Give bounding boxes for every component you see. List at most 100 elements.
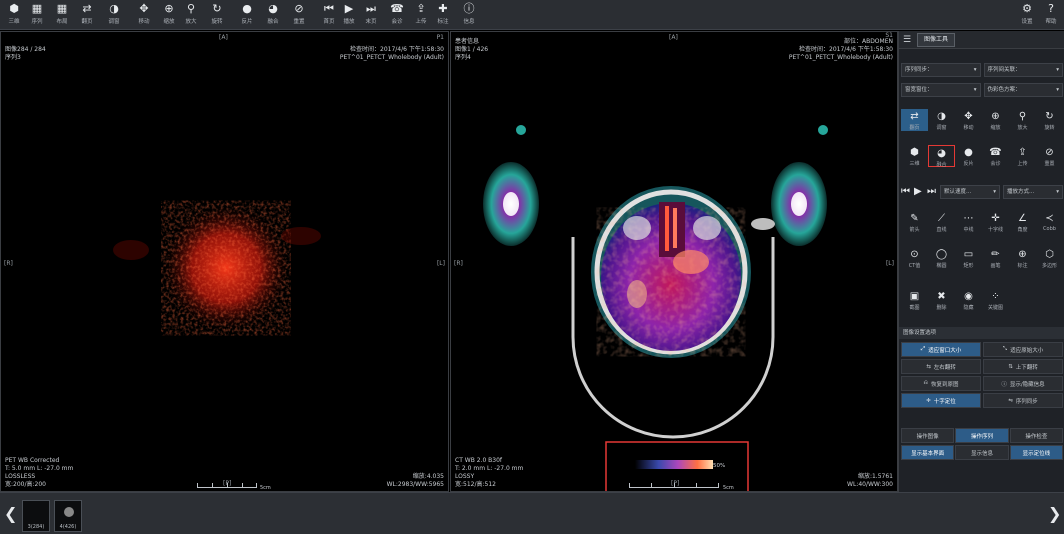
series-thumb-4[interactable]: 4(426) bbox=[54, 500, 82, 532]
tool-pencil-button[interactable]: ✏ 画笔 bbox=[982, 247, 1009, 269]
target-icon: ⊙ bbox=[910, 249, 919, 260]
toolbar-plus-button[interactable]: ✚ 标注 bbox=[432, 2, 454, 28]
tool-polygon-button[interactable]: ⬡ 多边形 bbox=[1036, 247, 1063, 269]
toolbar-help-button[interactable]: ? 帮助 bbox=[1040, 2, 1062, 28]
option-button[interactable]: ✛ 十字定位 bbox=[901, 393, 981, 408]
tool-angle-button[interactable]: ∠ 角度 bbox=[1009, 211, 1036, 233]
toolbar-upload-button[interactable]: ⇪ 上传 bbox=[410, 2, 432, 28]
series-strip: ❮ 3(284) 4(426) ❯ bbox=[0, 492, 1064, 534]
tool-move-button[interactable]: ✥ 移动 bbox=[955, 109, 982, 131]
tool-magnify-button[interactable]: ⚲ 放大 bbox=[1009, 109, 1036, 131]
display-toggle-button[interactable]: 显示基本界面 bbox=[901, 445, 955, 460]
option-button[interactable]: ⇋ 序列同步 bbox=[983, 393, 1063, 408]
tab-operation[interactable]: 操作序列 bbox=[955, 428, 1009, 443]
viewport-pet[interactable]: 图像284 / 284 序列3 检查时间：2017/4/6 下午1:58:30 PE… bbox=[0, 31, 449, 492]
option-button[interactable]: ⤡ 适应原始大小 bbox=[983, 342, 1063, 357]
right-orient-top: [A] bbox=[669, 34, 678, 41]
option-button[interactable]: ⇅ 上下翻转 bbox=[983, 359, 1063, 374]
play-speed-select[interactable]: 默认速度... ▾ bbox=[940, 185, 1000, 199]
toolbar-label: 信息 bbox=[463, 19, 475, 25]
tool-rect-button[interactable]: ▭ 矩形 bbox=[955, 247, 982, 269]
option-button[interactable]: ⓘ 显示/隐藏信息 bbox=[983, 376, 1063, 391]
toolbar-move-button[interactable]: ✥ 移动 bbox=[133, 2, 155, 28]
tool-pin-button[interactable]: ✎ 箭头 bbox=[901, 211, 928, 233]
tool-swap-button[interactable]: ⇄ 翻页 bbox=[901, 109, 928, 131]
tool-label: 三维 bbox=[909, 161, 920, 167]
next-series-arrow[interactable]: ❯ bbox=[1048, 506, 1061, 522]
tab-operation[interactable]: 操作检查 bbox=[1009, 428, 1063, 443]
tool-invert-button[interactable]: ● 反片 bbox=[955, 145, 982, 167]
tool-row: ⊘ 重置 bbox=[1036, 145, 1063, 167]
tool-cobb-button[interactable]: ≺ Cobb bbox=[1036, 211, 1063, 233]
tab-image-tools[interactable]: 图像工具 bbox=[917, 32, 956, 47]
option-button[interactable]: ⤢ 适应窗口大小 bbox=[901, 342, 981, 357]
tool-line-button[interactable]: ⟋ 直线 bbox=[928, 211, 955, 233]
tool-rotate-button[interactable]: ↻ 旋转 bbox=[1036, 109, 1063, 131]
window-preset-select[interactable]: 窗宽窗位： ▾ bbox=[901, 83, 981, 97]
tool-cube-button[interactable]: ⬢ 三维 bbox=[901, 145, 928, 167]
tool-telephone-button[interactable]: ☎ 会诊 bbox=[982, 145, 1009, 167]
tool-upload-button[interactable]: ⇪ 上传 bbox=[1009, 145, 1036, 167]
toolbar-fusion-button[interactable]: ◕ 融合 bbox=[262, 2, 284, 28]
keyimage-icon: ⁘ bbox=[991, 291, 1000, 302]
tool-globe-button[interactable]: ⊕ 标注 bbox=[1009, 247, 1036, 269]
toolbar-label: 调窗 bbox=[108, 19, 120, 25]
info-icon: ⓘ bbox=[463, 2, 475, 15]
plus-icon: ✚ bbox=[438, 2, 448, 15]
pseudocolor-select[interactable]: 伪彩色方案： ▾ bbox=[983, 83, 1063, 97]
toolbar-rotate-button[interactable]: ↻ 旋转 bbox=[206, 2, 228, 28]
viewport-ct-fused[interactable]: 患者信息 图像1 / 426 序列4 部位：ABDOMEN 检查时间：2017/4/6… bbox=[450, 31, 898, 492]
tool-delete-button[interactable]: ✖ 删除 bbox=[928, 289, 955, 311]
tool-target-button[interactable]: ⊙ CT值 bbox=[901, 247, 928, 269]
tool-camera-button[interactable]: ▣ 截图 bbox=[901, 289, 928, 311]
option-button[interactable]: ⎌ 恢复到原图 bbox=[901, 376, 981, 391]
option-button[interactable]: ⇆ 左右翻转 bbox=[901, 359, 981, 374]
toolbar-contrast-button[interactable]: ◑ 调窗 bbox=[103, 2, 125, 28]
tool-label: 重置 bbox=[1044, 161, 1055, 167]
toolbar-label: 重置 bbox=[293, 19, 305, 25]
toolbar-swap-button[interactable]: ⇄ 翻页 bbox=[76, 2, 98, 28]
toolbar-invert-button[interactable]: ● 反片 bbox=[236, 2, 258, 28]
toolbar-play-button[interactable]: ▶ 播放 bbox=[338, 2, 360, 28]
toolbar-zoom-in-button[interactable]: ⊕ 缩放 bbox=[158, 2, 180, 28]
last-frame-icon[interactable]: ⏭ bbox=[927, 185, 937, 199]
image-options: ⤢ 适应窗口大小 ⤡ 适应原始大小 ⇆ 左右翻转 ⇅ 上下翻转 ⎌ 恢复到原图 ⓘ 显示/隐藏信息 ✛ 十… bbox=[901, 342, 1063, 408]
toolbar-info-button[interactable]: ⓘ 信息 bbox=[458, 2, 480, 28]
play-mode-select[interactable]: 播放方式... ▾ bbox=[1003, 185, 1063, 199]
prev-series-arrow[interactable]: ❮ bbox=[4, 506, 17, 522]
toolbar-label: 放大 bbox=[185, 19, 197, 25]
series-sync-select[interactable]: 序列同步： ▾ bbox=[901, 63, 981, 77]
toolbar-cube-button[interactable]: ⬢ 三维 bbox=[3, 2, 25, 28]
tool-crosshair-button[interactable]: ✛ 十字线 bbox=[982, 211, 1009, 233]
upload-icon: ⇪ bbox=[1018, 147, 1027, 158]
tool-label: 直线 bbox=[936, 227, 947, 233]
toolbar-telephone-button[interactable]: ☎ 会诊 bbox=[386, 2, 408, 28]
tool-hide-button[interactable]: ◉ 隐藏 bbox=[955, 289, 982, 311]
toolbar-layout-button[interactable]: ▦ 布局 bbox=[51, 2, 73, 28]
tool-label: 旋转 bbox=[1044, 125, 1055, 131]
tool-fusion-button[interactable]: ◕ 融合 bbox=[928, 145, 955, 168]
toolbar-label: 标注 bbox=[437, 19, 449, 25]
tool-contrast-button[interactable]: ◑ 调窗 bbox=[928, 109, 955, 131]
option-label: 左右翻转 bbox=[933, 364, 956, 371]
tool-midline-button[interactable]: ⋯ 中线 bbox=[955, 211, 982, 233]
display-toggle-button[interactable]: 显示定位线 bbox=[1009, 445, 1063, 460]
series-link-select[interactable]: 序列间关联： ▾ bbox=[983, 63, 1063, 77]
toolbar-first-frame-button[interactable]: ⏮ 首页 bbox=[318, 2, 340, 28]
menu-icon[interactable]: ☰ bbox=[903, 35, 913, 45]
display-toggle-button[interactable]: 显示信息 bbox=[955, 445, 1009, 460]
toolbar-reset-button[interactable]: ⊘ 重置 bbox=[288, 2, 310, 28]
tool-reset-button[interactable]: ⊘ 重置 bbox=[1036, 145, 1063, 167]
tool-zoom-in-button[interactable]: ⊕ 缩放 bbox=[982, 109, 1009, 131]
first-frame-icon[interactable]: ⏮ bbox=[901, 185, 911, 199]
series-thumb-3[interactable]: 3(284) bbox=[22, 500, 50, 532]
toolbar-last-frame-button[interactable]: ⏭ 末页 bbox=[360, 2, 382, 28]
tab-operation[interactable]: 操作图像 bbox=[901, 428, 955, 443]
toolbar-series-grid-button[interactable]: ▦ 序列 bbox=[26, 2, 48, 28]
tool-keyimage-button[interactable]: ⁘ 关键图 bbox=[982, 289, 1009, 311]
toolbar-magnify-button[interactable]: ⚲ 放大 bbox=[180, 2, 202, 28]
tool-ellipse-button[interactable]: ◯ 椭圆 bbox=[928, 247, 955, 269]
toolbar-gear-button[interactable]: ⚙ 设置 bbox=[1016, 2, 1038, 28]
play-icon[interactable]: ▶ bbox=[914, 185, 924, 199]
tool-label: 矩形 bbox=[963, 263, 974, 269]
